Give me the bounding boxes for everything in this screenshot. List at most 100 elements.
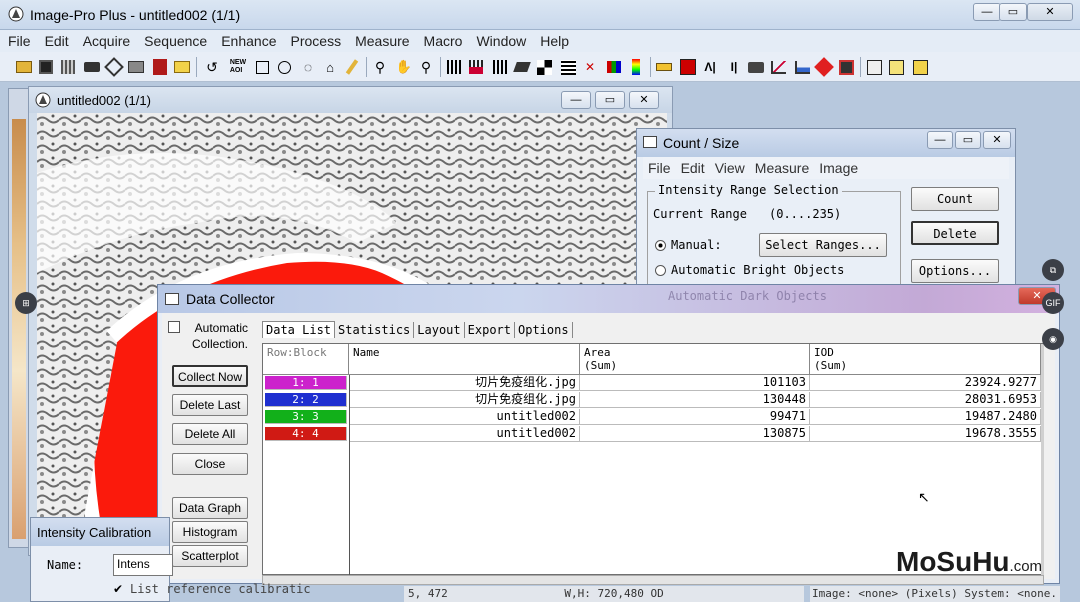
row-name-cell[interactable]: 切片免疫组化.jpg bbox=[349, 392, 580, 408]
contrast-icon[interactable] bbox=[534, 57, 554, 77]
chart-icon[interactable] bbox=[792, 57, 812, 77]
irregular-aoi-icon[interactable]: ◌ bbox=[298, 57, 318, 77]
scatterplot-button[interactable]: Scatterplot bbox=[172, 545, 248, 567]
count-icon[interactable] bbox=[678, 57, 698, 77]
menu-enhance[interactable]: Enhance bbox=[215, 30, 282, 52]
cs-menu-view[interactable]: View bbox=[710, 157, 750, 179]
tab-options[interactable]: Options bbox=[515, 322, 573, 338]
color-channels-icon[interactable]: ✕ bbox=[580, 57, 600, 77]
menu-process[interactable]: Process bbox=[285, 30, 348, 52]
3d-icon[interactable] bbox=[814, 57, 834, 77]
line-profile-icon[interactable]: I| bbox=[724, 57, 744, 77]
row-area-cell[interactable]: 130875 bbox=[580, 426, 810, 442]
column-header-name[interactable]: Name bbox=[349, 344, 580, 375]
data-graph-button[interactable]: Data Graph bbox=[172, 497, 248, 519]
manual-radio[interactable] bbox=[655, 240, 666, 251]
count-size-close-button[interactable]: ✕ bbox=[983, 131, 1011, 149]
delete-last-button[interactable]: Delete Last bbox=[172, 394, 248, 416]
cs-menu-file[interactable]: File bbox=[643, 157, 676, 179]
grid-vertical-scrollbar[interactable] bbox=[1041, 344, 1044, 575]
count-button[interactable]: Count bbox=[911, 187, 999, 211]
row-name-cell[interactable]: 切片免疫组化.jpg bbox=[349, 375, 580, 391]
count-size-maximize-button[interactable]: ▭ bbox=[955, 131, 981, 149]
grid-icon[interactable] bbox=[58, 57, 78, 77]
list-reference-checkbox[interactable]: ✔ bbox=[113, 582, 123, 596]
bar-chart-icon[interactable] bbox=[604, 57, 624, 77]
auto-bright-radio[interactable] bbox=[655, 265, 666, 276]
row-iod-cell[interactable]: 19487.2480 bbox=[810, 409, 1041, 425]
open-icon[interactable] bbox=[14, 57, 34, 77]
row-area-cell[interactable]: 101103 bbox=[580, 375, 810, 391]
row-area-cell[interactable]: 130448 bbox=[580, 392, 810, 408]
row-block-cell[interactable]: 1: 1 bbox=[265, 376, 347, 390]
tab-layout[interactable]: Layout bbox=[414, 322, 465, 338]
measure-icon[interactable]: Λ| bbox=[700, 57, 720, 77]
histogram-icon[interactable] bbox=[466, 57, 486, 77]
maximize-button[interactable]: ▭ bbox=[999, 3, 1027, 21]
image-maximize-button[interactable]: ▭ bbox=[595, 91, 625, 109]
report-icon[interactable] bbox=[836, 57, 856, 77]
mail-icon[interactable] bbox=[172, 57, 192, 77]
column-header-iod[interactable]: IOD (Sum) bbox=[810, 344, 1041, 375]
tab-export[interactable]: Export bbox=[465, 322, 515, 338]
zoom-out-icon[interactable]: ⚲ bbox=[416, 57, 436, 77]
book-icon[interactable] bbox=[150, 57, 170, 77]
row-block-cell[interactable]: 2: 2 bbox=[265, 393, 347, 407]
close-button[interactable]: ✕ bbox=[1027, 3, 1073, 21]
tab-data-list[interactable]: Data List bbox=[262, 321, 336, 338]
panel-toggle-icon[interactable]: ⊞ bbox=[15, 292, 37, 314]
rectangle-icon[interactable] bbox=[252, 57, 272, 77]
cs-menu-edit[interactable]: Edit bbox=[676, 157, 710, 179]
tab-statistics[interactable]: Statistics bbox=[335, 322, 415, 338]
auto-pro-icon[interactable] bbox=[910, 57, 930, 77]
print-icon[interactable] bbox=[126, 57, 146, 77]
filter-icon[interactable] bbox=[490, 57, 510, 77]
row-name-cell[interactable]: untitled002 bbox=[349, 409, 580, 425]
image-close-button[interactable]: ✕ bbox=[629, 91, 659, 109]
magic-wand-icon[interactable]: ⌂ bbox=[320, 57, 340, 77]
delete-all-button[interactable]: Delete All bbox=[172, 423, 248, 445]
undo-icon[interactable]: ↺ bbox=[202, 57, 222, 77]
delete-button[interactable]: Delete bbox=[911, 221, 999, 245]
menu-acquire[interactable]: Acquire bbox=[77, 30, 136, 52]
row-block-cell[interactable]: 4: 4 bbox=[265, 427, 347, 441]
camera-record-icon[interactable]: ◉ bbox=[1042, 328, 1064, 350]
palette-icon[interactable] bbox=[626, 57, 646, 77]
segment-icon[interactable] bbox=[558, 57, 578, 77]
gif-record-icon[interactable]: GIF bbox=[1042, 292, 1064, 314]
menu-macro[interactable]: Macro bbox=[418, 30, 469, 52]
eraser-icon[interactable] bbox=[104, 57, 124, 77]
menu-sequence[interactable]: Sequence bbox=[138, 30, 213, 52]
camera-icon[interactable] bbox=[746, 57, 766, 77]
row-name-cell[interactable]: untitled002 bbox=[349, 426, 580, 442]
zoom-icon[interactable]: ⚲ bbox=[370, 57, 390, 77]
row-iod-cell[interactable]: 23924.9277 bbox=[810, 375, 1041, 391]
row-area-cell[interactable]: 99471 bbox=[580, 409, 810, 425]
layers-icon[interactable] bbox=[512, 57, 532, 77]
menu-window[interactable]: Window bbox=[470, 30, 532, 52]
ruler-icon[interactable] bbox=[654, 57, 674, 77]
save-icon[interactable] bbox=[36, 57, 56, 77]
pencil-icon[interactable] bbox=[342, 57, 362, 77]
options-button[interactable]: Options... bbox=[911, 259, 999, 283]
count-size-minimize-button[interactable]: — bbox=[927, 131, 953, 149]
cs-menu-image[interactable]: Image bbox=[814, 157, 863, 179]
row-iod-cell[interactable]: 19678.3555 bbox=[810, 426, 1041, 442]
image-minimize-button[interactable]: — bbox=[561, 91, 591, 109]
column-header-row-block[interactable]: Row:Block bbox=[263, 344, 349, 375]
macro-icon[interactable] bbox=[864, 57, 884, 77]
collect-now-button[interactable]: Collect Now bbox=[172, 365, 248, 387]
ellipse-icon[interactable] bbox=[274, 57, 294, 77]
screenshot-icon[interactable]: ⧉ bbox=[1042, 259, 1064, 281]
new-aoi-icon[interactable]: NEW AOI bbox=[228, 57, 248, 77]
graph-icon[interactable] bbox=[768, 57, 788, 77]
close-collector-button[interactable]: Close bbox=[172, 453, 248, 475]
cs-menu-measure[interactable]: Measure bbox=[750, 157, 814, 179]
menu-edit[interactable]: Edit bbox=[39, 30, 75, 52]
data-list-grid[interactable]: Row:Block Name Area (Sum) IOD (Sum) 1: 1… bbox=[262, 343, 1044, 575]
hand-icon[interactable]: ✋ bbox=[394, 57, 414, 77]
calibration-name-field[interactable]: Intens bbox=[113, 554, 173, 576]
automatic-collection-checkbox[interactable] bbox=[168, 321, 180, 333]
levels-icon[interactable] bbox=[444, 57, 464, 77]
menu-help[interactable]: Help bbox=[534, 30, 575, 52]
